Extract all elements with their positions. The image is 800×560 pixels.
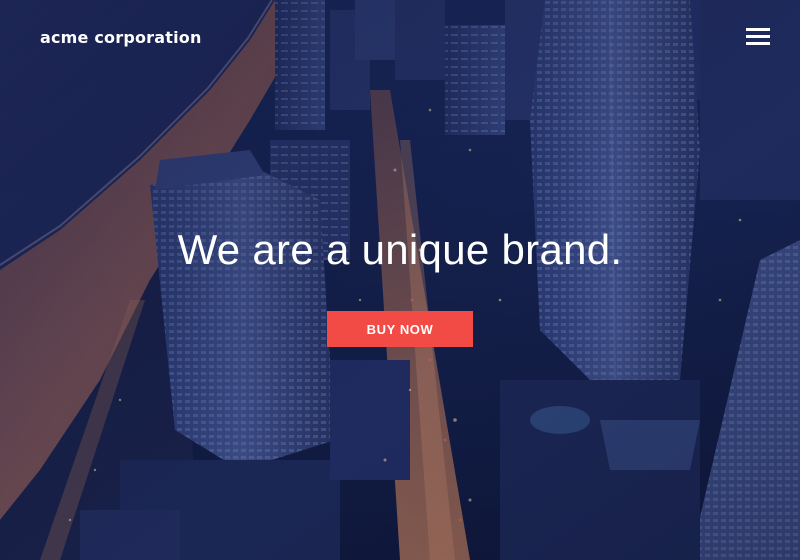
menu-bar [746, 35, 770, 38]
hero-section: acme corporation We are a unique brand. … [0, 0, 800, 560]
buy-now-button[interactable]: BUY NOW [327, 311, 473, 347]
hamburger-menu-icon[interactable] [740, 22, 776, 54]
menu-bar [746, 42, 770, 45]
hero-headline: We are a unique brand. [177, 226, 623, 273]
menu-bar [746, 28, 770, 31]
brand-logo[interactable]: acme corporation [40, 28, 202, 47]
hero-background-image [0, 0, 800, 560]
